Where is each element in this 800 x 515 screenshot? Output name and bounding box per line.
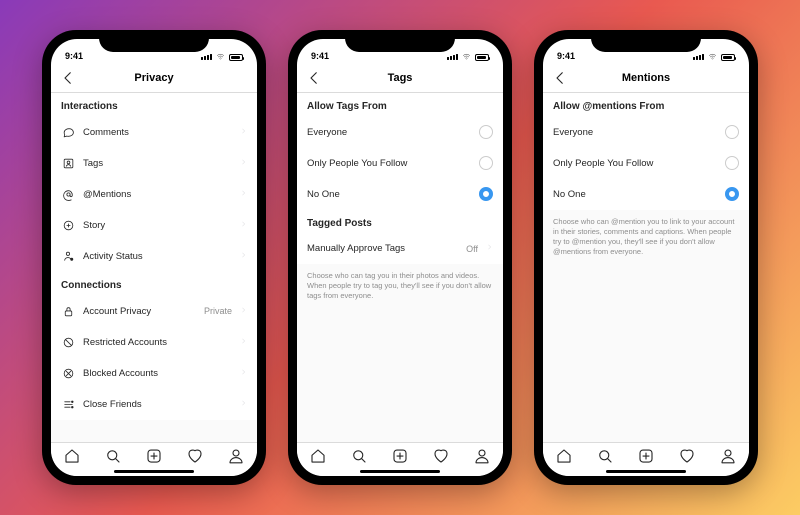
row-activity[interactable]: Activity Status [51,241,257,272]
home-indicator [114,470,194,473]
battery-icon [229,54,243,61]
tab-profile[interactable] [473,447,491,465]
row-mentions[interactable]: @Mentions [51,179,257,210]
wifi-icon [707,53,718,61]
tab-create[interactable] [145,447,163,465]
content: Allow Tags From Everyone Only People You… [297,93,503,442]
home-indicator [360,470,440,473]
tab-search[interactable] [104,447,122,465]
row-close-friends[interactable]: Close Friends [51,389,257,420]
section-heading: Interactions [51,93,257,117]
chevron-icon [240,250,247,263]
row-story[interactable]: Story [51,210,257,241]
tab-create[interactable] [391,447,409,465]
tab-activity[interactable] [432,447,450,465]
radio-icon [479,156,493,170]
header-title: Tags [388,72,413,84]
row-tags[interactable]: Tags [51,148,257,179]
tab-home[interactable] [309,447,327,465]
section-heading: Allow Tags From [297,93,503,117]
tab-activity[interactable] [186,447,204,465]
status-time: 9:41 [557,51,575,61]
chevron-icon [240,367,247,380]
tab-profile[interactable] [227,447,245,465]
comment-icon [61,125,75,139]
tab-profile[interactable] [719,447,737,465]
tab-home[interactable] [555,447,573,465]
wifi-icon [461,53,472,61]
signal-icon [201,54,212,60]
radio-row-following[interactable]: Only People You Follow [543,148,749,179]
row-restricted[interactable]: Restricted Accounts [51,327,257,358]
status-time: 9:41 [311,51,329,61]
content: Interactions Comments Tags @Mentions Sto… [51,93,257,442]
chevron-icon [240,219,247,232]
radio-icon [725,125,739,139]
header: Mentions [543,63,749,93]
header-title: Privacy [134,72,173,84]
blocked-icon [61,366,75,380]
activity-icon [61,249,75,263]
phone-privacy: 9:41 Privacy Interactions Comments Tags … [42,30,266,485]
radio-row-noone[interactable]: No One [543,179,749,210]
radio-icon [479,187,493,201]
phone-mentions: 9:41 Mentions Allow @mentions From Every… [534,30,758,485]
back-button[interactable] [551,69,569,87]
status-time: 9:41 [65,51,83,61]
battery-icon [475,54,489,61]
radio-row-noone[interactable]: No One [297,179,503,210]
radio-icon [479,125,493,139]
chevron-icon [240,188,247,201]
radio-row-everyone[interactable]: Everyone [297,117,503,148]
chevron-icon [240,126,247,139]
radio-row-everyone[interactable]: Everyone [543,117,749,148]
section-heading: Connections [51,272,257,296]
chevron-icon [486,242,493,255]
content: Allow @mentions From Everyone Only Peopl… [543,93,749,442]
signal-icon [693,54,704,60]
row-comments[interactable]: Comments [51,117,257,148]
battery-icon [721,54,735,61]
header: Tags [297,63,503,93]
mention-icon [61,187,75,201]
chevron-icon [240,305,247,318]
section-heading: Tagged Posts [297,210,503,234]
restricted-icon [61,335,75,349]
header: Privacy [51,63,257,93]
section-heading: Allow @mentions From [543,93,749,117]
tab-create[interactable] [637,447,655,465]
wifi-icon [215,53,226,61]
row-blocked[interactable]: Blocked Accounts [51,358,257,389]
lock-icon [61,304,75,318]
tab-search[interactable] [596,447,614,465]
row-account-privacy[interactable]: Account PrivacyPrivate [51,296,257,327]
header-title: Mentions [622,72,670,84]
radio-row-following[interactable]: Only People You Follow [297,148,503,179]
help-text: Choose who can @mention you to link to y… [543,210,749,265]
tab-activity[interactable] [678,447,696,465]
tab-home[interactable] [63,447,81,465]
signal-icon [447,54,458,60]
chevron-icon [240,336,247,349]
tab-search[interactable] [350,447,368,465]
story-icon [61,218,75,232]
radio-icon [725,187,739,201]
back-button[interactable] [305,69,323,87]
close-friends-icon [61,397,75,411]
tag-icon [61,156,75,170]
help-text: Choose who can tag you in their photos a… [297,264,503,308]
back-button[interactable] [59,69,77,87]
home-indicator [606,470,686,473]
chevron-icon [240,157,247,170]
phone-tags: 9:41 Tags Allow Tags From Everyone Only … [288,30,512,485]
row-manual-approve[interactable]: Manually Approve TagsOff [297,234,503,264]
radio-icon [725,156,739,170]
chevron-icon [240,398,247,411]
